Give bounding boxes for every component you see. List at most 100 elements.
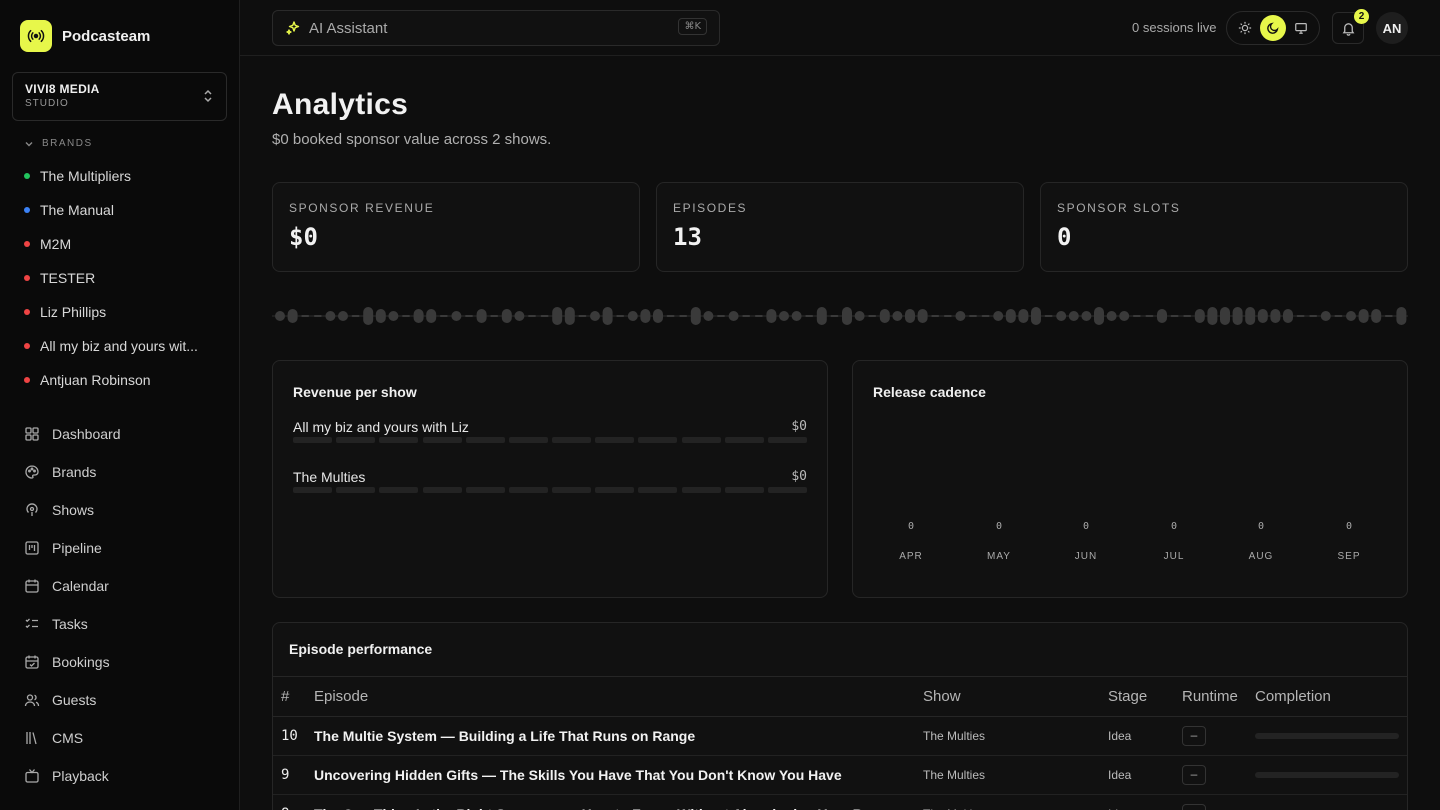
chevron-updown-icon xyxy=(204,89,212,103)
theme-system-button[interactable] xyxy=(1288,15,1314,41)
release-cadence-chart: 0 APR 0 MAY 0 JUN 0 JUL 0 AUG 0 SEP xyxy=(853,521,1407,581)
column-header-runtime[interactable]: Runtime xyxy=(1182,676,1255,717)
sidebar-brand-item[interactable]: All my biz and yours wit... xyxy=(24,329,224,363)
sidebar-brand-item[interactable]: Liz Phillips xyxy=(24,295,224,329)
cadence-month: JUN xyxy=(1074,551,1098,562)
table-row[interactable]: 9 Uncovering Hidden Gifts — The Skills Y… xyxy=(273,755,1407,795)
episode-performance-card: Episode performance # Episode Show Stage… xyxy=(272,622,1408,810)
kpi-card-sponsor-slots: SPONSOR SLOTS 0 xyxy=(1040,182,1408,272)
column-header-show[interactable]: Show xyxy=(923,676,1108,717)
sidebar-brand-item[interactable]: TESTER xyxy=(24,261,224,295)
column-header-num[interactable]: # xyxy=(273,676,314,717)
episode-number: 9 xyxy=(273,755,314,795)
nav-item-calendar[interactable]: Calendar xyxy=(24,567,224,605)
dashboard-icon xyxy=(25,427,39,441)
brand-status-dot xyxy=(24,309,30,315)
completion-bar xyxy=(1255,733,1399,739)
revenue-show-name: All my biz and yours with Liz xyxy=(293,419,469,435)
brand-label: Antjuan Robinson xyxy=(40,372,151,388)
episode-show: The Multies xyxy=(923,794,1108,810)
cadence-count: 0 xyxy=(907,521,915,532)
cadence-count: 0 xyxy=(995,521,1003,532)
theme-switcher xyxy=(1226,11,1320,45)
episode-title[interactable]: The One Thing Is the Right Summary — How… xyxy=(314,794,923,810)
nav-label: Brands xyxy=(52,464,97,480)
nav-item-tasks[interactable]: Tasks xyxy=(24,605,224,643)
column-header-completion[interactable]: Completion xyxy=(1255,676,1407,717)
sidebar-brand-item[interactable]: M2M xyxy=(24,227,224,261)
page-subtitle: $0 booked sponsor value across 2 shows. xyxy=(272,131,552,148)
episode-number: 8 xyxy=(273,794,314,810)
episode-title[interactable]: The Multie System — Building a Life That… xyxy=(314,716,923,756)
brands-section-toggle[interactable]: BRANDS xyxy=(24,138,93,149)
sidebar: Podcasteam VIVI8 MEDIA STUDIO BRANDS The… xyxy=(0,0,240,810)
notification-count-badge: 2 xyxy=(1354,9,1369,24)
sidebar-brand-item[interactable]: Antjuan Robinson xyxy=(24,363,224,397)
kpi-card-episodes: EPISODES 13 xyxy=(656,182,1024,272)
palette-icon xyxy=(25,465,39,479)
episode-title[interactable]: Uncovering Hidden Gifts — The Skills You… xyxy=(314,755,923,795)
cadence-count: 0 xyxy=(1345,521,1353,532)
nav-item-cms[interactable]: CMS xyxy=(24,719,224,757)
tasks-icon xyxy=(25,618,38,629)
brand-status-dot xyxy=(24,343,30,349)
theme-light-button[interactable] xyxy=(1232,15,1258,41)
page-title: Analytics xyxy=(272,88,409,121)
column-header-episode[interactable]: Episode xyxy=(314,676,923,717)
table-row[interactable]: 8 The One Thing Is the Right Summary — H… xyxy=(273,794,1407,810)
nav-label: Shows xyxy=(52,502,95,518)
nav-item-bookings[interactable]: Bookings xyxy=(24,643,224,681)
sidebar-brand-item[interactable]: The Manual xyxy=(24,193,224,227)
table-header-row: # Episode Show Stage Runtime Completion xyxy=(273,676,1407,717)
cadence-column: 0 JUL xyxy=(1144,521,1204,562)
card-title: Episode performance xyxy=(289,641,433,657)
nav-item-brands[interactable]: Brands xyxy=(24,453,224,491)
card-title: Release cadence xyxy=(873,384,986,400)
top-bar: AI Assistant ⌘K 0 sessions live 2 AN xyxy=(240,0,1440,56)
sessions-live-status: 0 sessions live xyxy=(1132,20,1217,35)
runtime-value: – xyxy=(1182,804,1206,810)
notifications-button[interactable]: 2 xyxy=(1332,9,1369,44)
table-row[interactable]: 10 The Multie System — Building a Life T… xyxy=(273,716,1407,756)
cadence-month: APR xyxy=(899,551,923,562)
brand-label: M2M xyxy=(40,236,72,252)
theme-dark-button[interactable] xyxy=(1260,15,1286,41)
revenue-per-show-card: Revenue per show All my biz and yours wi… xyxy=(272,360,828,598)
completion-bar xyxy=(1255,772,1399,778)
ai-assistant-button[interactable]: AI Assistant ⌘K xyxy=(272,10,720,46)
workspace-switcher[interactable]: VIVI8 MEDIA STUDIO xyxy=(12,72,227,121)
column-header-stage[interactable]: Stage xyxy=(1108,676,1182,717)
cadence-column: 0 JUN xyxy=(1056,521,1116,562)
ai-assistant-label: AI Assistant xyxy=(309,19,388,37)
cadence-count: 0 xyxy=(1257,521,1265,532)
user-avatar[interactable]: AN xyxy=(1376,12,1408,44)
sparkles-icon xyxy=(286,21,300,35)
kpi-label: SPONSOR REVENUE xyxy=(289,201,435,215)
kpi-value: $0 xyxy=(289,223,318,251)
moon-icon xyxy=(1267,22,1279,34)
nav-label: Calendar xyxy=(52,578,109,594)
episode-show: The Multies xyxy=(923,716,1108,756)
nav-item-pipeline[interactable]: Pipeline xyxy=(24,529,224,567)
brand-list: The Multipliers The Manual M2M TESTER Li… xyxy=(24,159,224,397)
shortcut-hint: ⌘K xyxy=(678,18,707,35)
app-brand[interactable]: Podcasteam xyxy=(20,20,150,52)
episode-stage: Idea xyxy=(1108,755,1182,795)
nav-label: Guests xyxy=(52,692,97,708)
revenue-show-name: The Multies xyxy=(293,469,366,485)
calendar-icon xyxy=(25,579,39,593)
kanban-icon xyxy=(25,541,39,555)
users-icon xyxy=(24,694,40,707)
kpi-value: 13 xyxy=(673,223,702,251)
completion-cell xyxy=(1255,755,1407,795)
cadence-month: JUL xyxy=(1163,551,1185,562)
nav-item-guests[interactable]: Guests xyxy=(24,681,224,719)
revenue-bar xyxy=(293,487,807,493)
app-name: Podcasteam xyxy=(62,27,151,45)
completion-cell xyxy=(1255,794,1407,810)
nav-item-playback[interactable]: Playback xyxy=(24,757,224,795)
sidebar-brand-item[interactable]: The Multipliers xyxy=(24,159,224,193)
brand-label: The Multipliers xyxy=(40,168,132,184)
nav-item-dashboard[interactable]: Dashboard xyxy=(24,415,224,453)
nav-item-shows[interactable]: Shows xyxy=(24,491,224,529)
